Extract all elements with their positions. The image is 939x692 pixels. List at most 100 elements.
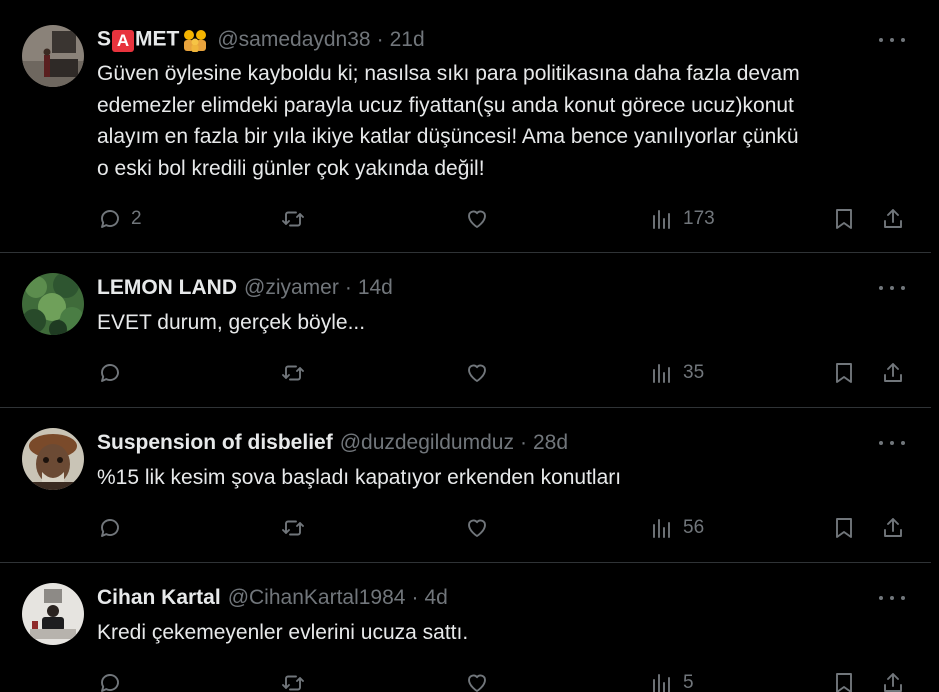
views-button[interactable]: 35	[650, 359, 704, 387]
more-icon[interactable]	[879, 276, 905, 300]
tweet[interactable]: LEMON LAND @ziyamer · 14d EVET durum, ge…	[0, 253, 931, 408]
avatar-image	[22, 428, 84, 490]
reply-button[interactable]	[98, 359, 122, 387]
more-icon[interactable]	[879, 586, 905, 610]
avatar-image	[22, 25, 84, 87]
tweet-text-line: o eski bol kredili günler çok yakında de…	[97, 156, 485, 180]
avatar-image	[22, 273, 84, 335]
user-handle[interactable]: @ziyamer	[244, 276, 339, 300]
tweet-text-line: EVET durum, gerçek böyle...	[97, 311, 366, 334]
retweet-icon	[282, 365, 304, 381]
share-button[interactable]	[881, 669, 905, 692]
retweet-button[interactable]	[281, 669, 305, 692]
bookmark-icon	[836, 363, 852, 383]
reply-button[interactable]: 2	[98, 205, 142, 233]
like-button[interactable]	[465, 669, 489, 692]
share-button[interactable]	[881, 205, 905, 233]
tweet-header: Suspension of disbelief @duzdegildumduz …	[97, 429, 568, 457]
tweet-text-line: alayım en fazla bir yıla ikiye katlar dü…	[97, 125, 799, 148]
views-button[interactable]: 5	[650, 669, 694, 692]
tweet-text-line: Kredi çekemeyenler evlerini ucuza sattı.	[97, 621, 469, 644]
like-button[interactable]	[465, 514, 489, 542]
avatar-image	[22, 583, 84, 645]
bookmark-button[interactable]	[832, 205, 856, 233]
share-icon	[884, 363, 902, 382]
timestamp[interactable]: 14d	[358, 276, 393, 300]
display-name[interactable]: S A MET	[97, 27, 210, 53]
share-icon	[884, 518, 902, 537]
tweet-text-line: %15 lik kesim şova başladı kapatıyor erk…	[97, 466, 622, 489]
separator-dot: ·	[411, 586, 419, 609]
retweet-button[interactable]	[281, 359, 305, 387]
tweet-header: S A MET @samedaydn38 · 21d	[97, 26, 425, 54]
tweet-header: LEMON LAND @ziyamer · 14d	[97, 274, 393, 302]
timestamp[interactable]: 4d	[424, 586, 447, 610]
more-icon[interactable]	[879, 28, 905, 52]
views-icon	[653, 364, 670, 383]
reply-count: 2	[131, 208, 142, 229]
tweet-header: Cihan Kartal @CihanKartal1984 · 4d	[97, 584, 448, 612]
bookmark-button[interactable]	[832, 669, 856, 692]
bookmark-icon	[836, 518, 852, 538]
avatar[interactable]	[22, 583, 84, 645]
views-count: 56	[683, 517, 705, 538]
views-count: 173	[683, 208, 715, 229]
like-button[interactable]	[465, 205, 489, 233]
tweet-text: %15 lik kesim şova başladı kapatıyor erk…	[97, 462, 907, 494]
reply-icon	[101, 364, 119, 382]
like-icon	[468, 674, 486, 692]
retweet-button[interactable]	[281, 514, 305, 542]
user-handle[interactable]: @samedaydn38	[217, 28, 370, 52]
views-button[interactable]: 56	[650, 514, 704, 542]
display-name[interactable]: LEMON LAND	[97, 276, 237, 300]
reply-icon	[101, 210, 119, 228]
display-name[interactable]: Cihan Kartal	[97, 586, 221, 610]
tweet-text: EVET durum, gerçek böyle...	[97, 307, 907, 339]
like-icon	[468, 210, 486, 228]
share-icon	[884, 209, 902, 228]
tweet[interactable]: Suspension of disbelief @duzdegildumduz …	[0, 408, 931, 563]
avatar[interactable]	[22, 25, 84, 87]
timestamp[interactable]: 28d	[533, 431, 568, 455]
bookmark-icon	[836, 673, 852, 692]
bookmark-button[interactable]	[832, 514, 856, 542]
tweet-text: Güven öylesine kayboldu ki; nasılsa sıkı…	[97, 58, 907, 184]
bookmark-icon	[836, 209, 852, 229]
share-button[interactable]	[881, 359, 905, 387]
tweet-text-line: Güven öylesine kayboldu ki; nasılsa sıkı…	[97, 62, 800, 85]
like-icon	[468, 519, 486, 537]
more-icon[interactable]	[879, 431, 905, 455]
avatar[interactable]	[22, 428, 84, 490]
avatar[interactable]	[22, 273, 84, 335]
separator-dot: ·	[344, 276, 352, 299]
views-icon	[653, 519, 670, 538]
like-button[interactable]	[465, 359, 489, 387]
views-count: 5	[683, 672, 694, 692]
views-icon	[653, 210, 670, 229]
tweet-text: Kredi çekemeyenler evlerini ucuza sattı.	[97, 617, 907, 649]
separator-dot: ·	[519, 431, 527, 454]
retweet-icon	[282, 211, 304, 227]
share-button[interactable]	[881, 514, 905, 542]
views-count: 35	[683, 362, 705, 383]
tweet[interactable]: S A MET @samedaydn38 · 21d Güven öylesine …	[0, 0, 931, 253]
reply-icon	[101, 519, 119, 537]
family-emoji-icon	[184, 30, 207, 52]
retweet-icon	[282, 520, 304, 536]
user-handle[interactable]: @CihanKartal1984	[228, 586, 406, 610]
views-icon	[653, 674, 670, 692]
retweet-button[interactable]	[281, 205, 305, 233]
reply-icon	[101, 674, 119, 692]
bookmark-button[interactable]	[832, 359, 856, 387]
reply-button[interactable]	[98, 669, 122, 692]
timestamp[interactable]: 21d	[390, 28, 425, 52]
share-icon	[884, 673, 902, 692]
tweet-text-line: edemezler elimdeki parayla ucuz fiyattan…	[97, 93, 794, 117]
user-handle[interactable]: @duzdegildumduz	[340, 431, 514, 455]
like-icon	[468, 364, 486, 382]
tweet[interactable]: Cihan Kartal @CihanKartal1984 · 4d Kredi…	[0, 563, 931, 692]
reply-button[interactable]	[98, 514, 122, 542]
retweet-icon	[282, 675, 304, 691]
views-button[interactable]: 173	[650, 205, 715, 233]
display-name[interactable]: Suspension of disbelief	[97, 431, 333, 455]
